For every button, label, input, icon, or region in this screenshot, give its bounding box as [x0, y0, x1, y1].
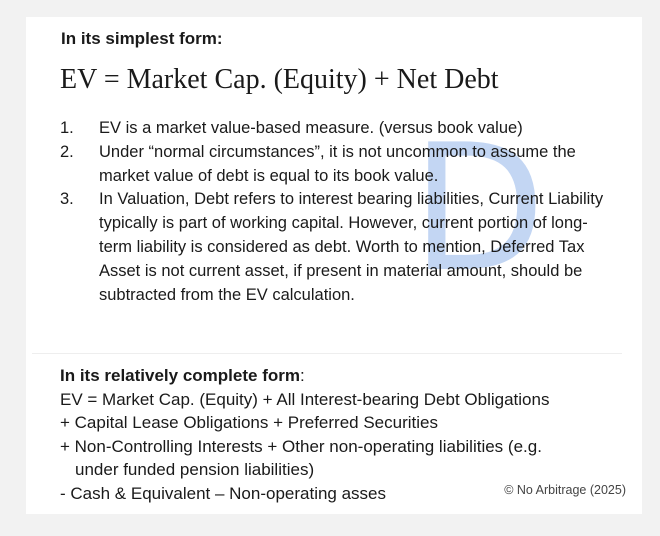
- complete-form-heading: In its relatively complete form: [60, 366, 300, 385]
- section-divider: [32, 353, 622, 354]
- complete-formula-line: under funded pension liabilities): [75, 460, 315, 480]
- list-item: 3. In Valuation, Debt refers to interest…: [60, 188, 620, 307]
- list-item-number: 3.: [60, 190, 74, 209]
- complete-formula-line: EV = Market Cap. (Equity) + All Interest…: [60, 389, 550, 409]
- list-item-text: Under “normal circumstances”, it is not …: [99, 142, 576, 185]
- list-item: 1. EV is a market value-based measure. (…: [60, 117, 620, 141]
- simplest-form-heading: In its simplest form:: [61, 29, 223, 48]
- slide-card: D In its simplest form: EV = Market Cap.…: [26, 17, 642, 514]
- list-item: 2. Under “normal circumstances”, it is n…: [60, 141, 620, 189]
- list-item-number: 1.: [60, 119, 74, 137]
- ev-simple-formula: EV = Market Cap. (Equity) + Net Debt: [60, 64, 499, 95]
- complete-formula-line: + Non-Controlling Interests + Other non-…: [60, 436, 542, 456]
- complete-formula-line: + Capital Lease Obligations + Preferred …: [60, 413, 438, 433]
- list-item-text: In Valuation, Debt refers to interest be…: [99, 190, 604, 304]
- list-item-number: 2.: [60, 142, 74, 161]
- copyright-notice: © No Arbitrage (2025): [504, 483, 626, 497]
- complete-form-heading-colon: :: [299, 366, 305, 385]
- complete-form-heading-row: In its relatively complete form:: [60, 364, 620, 388]
- notes-list: 1. EV is a market value-based measure. (…: [60, 117, 620, 307]
- list-item-text: EV is a market value-based measure. (ver…: [99, 119, 523, 137]
